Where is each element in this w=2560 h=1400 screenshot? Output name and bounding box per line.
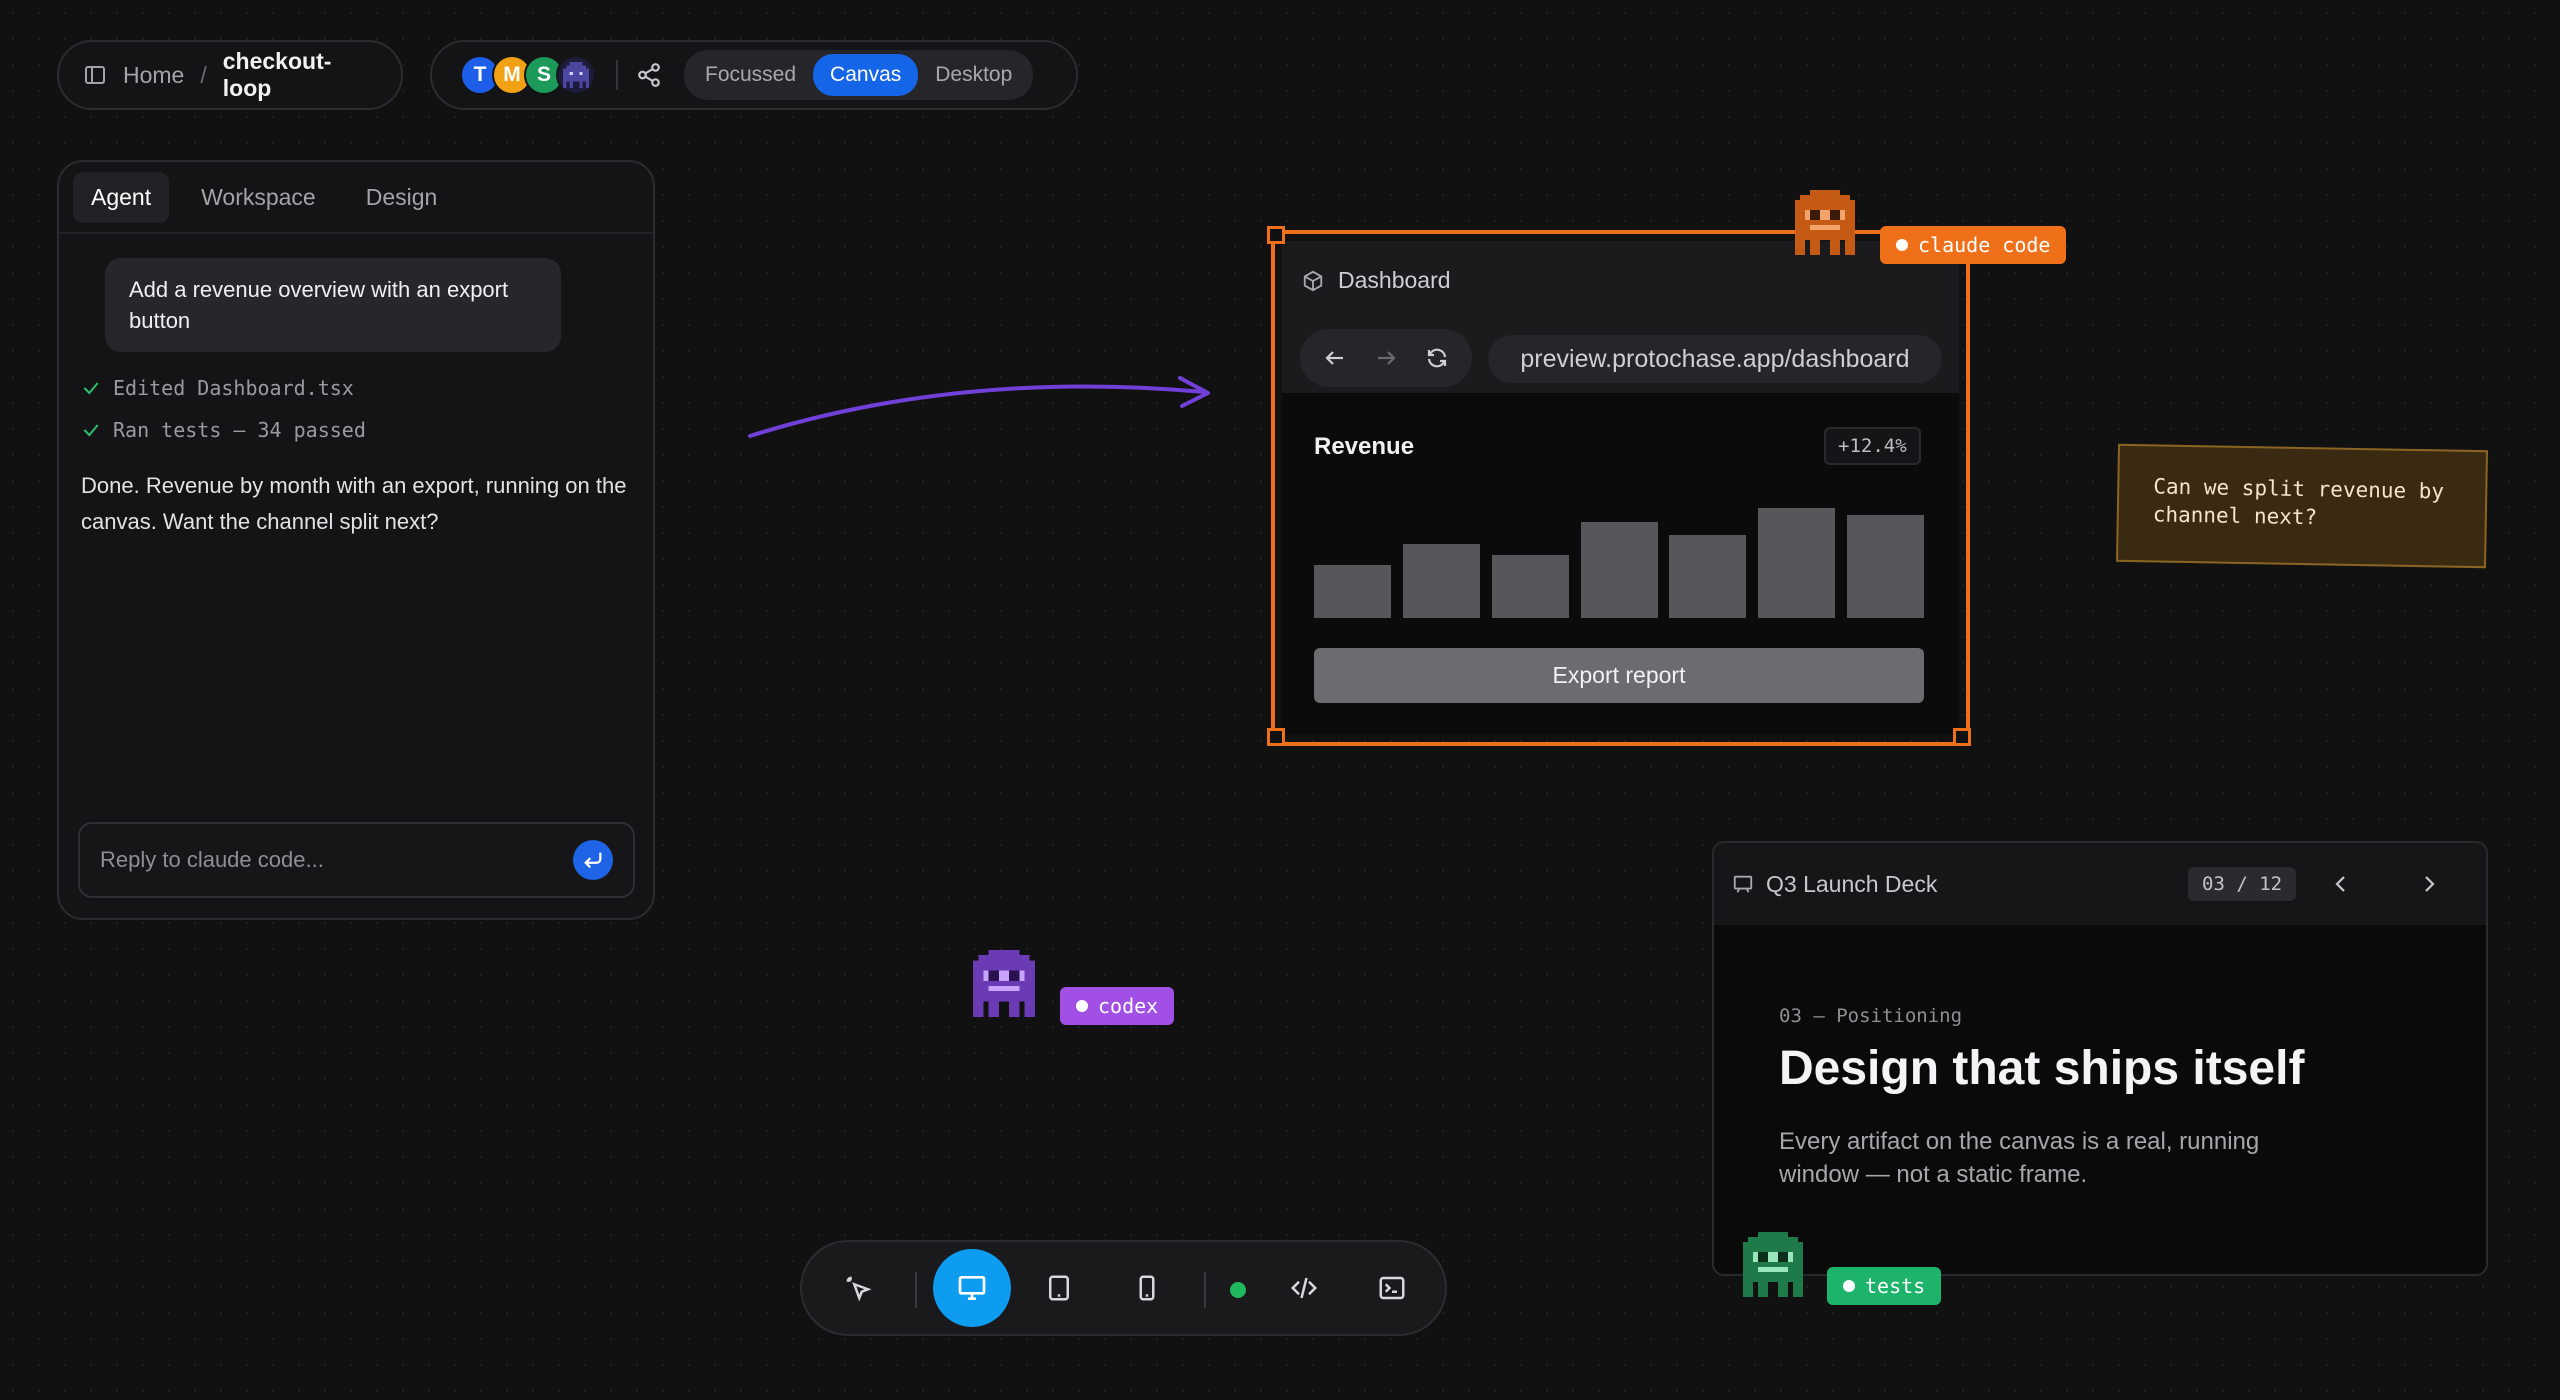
resize-handle[interactable] xyxy=(1267,728,1285,746)
slide-content: 03 — Positioning Design that ships itsel… xyxy=(1714,925,2486,1274)
view-mode-desktop[interactable]: Desktop xyxy=(918,54,1029,96)
tab-agent[interactable]: Agent xyxy=(73,171,170,223)
resize-handle[interactable] xyxy=(1953,728,1971,746)
deck-header: Q3 Launch Deck 03 / 12 xyxy=(1714,843,2486,925)
toolbar-divider xyxy=(1204,1272,1206,1308)
claude-agent-avatar xyxy=(1790,190,1860,260)
terminal-icon[interactable] xyxy=(1362,1258,1422,1318)
sticky-note[interactable]: Can we split revenue by channel next? xyxy=(2115,443,2489,569)
claude-code-label: claude code xyxy=(1918,233,2051,257)
tests-badge: tests xyxy=(1827,1267,1942,1305)
slide-pager: 03 / 12 xyxy=(2188,867,2297,901)
slide-body: Every artifact on the canvas is a real, … xyxy=(1779,1128,2260,1188)
send-button[interactable] xyxy=(573,840,613,880)
prev-slide-icon[interactable] xyxy=(2329,872,2353,896)
select-tool-icon[interactable] xyxy=(828,1258,888,1318)
agent-chat-panel: Agent Workspace Design Add a revenue ove… xyxy=(57,160,655,920)
live-status-dot xyxy=(1230,1282,1246,1298)
tests-agent-avatar xyxy=(1738,1232,1808,1302)
codex-label: codex xyxy=(1098,994,1159,1018)
status-dot xyxy=(1076,1000,1088,1012)
check-icon xyxy=(81,378,101,398)
view-mode-switch: Focussed Canvas Desktop xyxy=(684,50,1034,100)
view-bar: T M S Focussed Canvas Desktop xyxy=(430,40,1078,110)
desktop-view-icon[interactable] xyxy=(933,1249,1011,1327)
slide-kicker: 03 — Positioning xyxy=(1779,1005,1963,1027)
toolbar-divider xyxy=(915,1272,917,1308)
slide-headline: Design that ships itself xyxy=(1779,1042,2305,1095)
enter-icon xyxy=(584,852,602,869)
deck-title: Q3 Launch Deck xyxy=(1766,870,1938,897)
tests-label: tests xyxy=(1865,1274,1926,1298)
avatar-agent[interactable] xyxy=(556,55,596,95)
share-icon[interactable] xyxy=(636,62,662,88)
slide-deck-window[interactable]: Q3 Launch Deck 03 / 12 03 — Positioning … xyxy=(1712,841,2488,1276)
collaborator-avatars: T M S xyxy=(460,55,596,95)
presentation-icon xyxy=(1732,873,1754,895)
status-dot xyxy=(1896,239,1908,251)
status-dot xyxy=(1843,1280,1855,1292)
check-icon xyxy=(81,420,101,440)
tab-workspace[interactable]: Workspace xyxy=(183,172,334,223)
divider xyxy=(616,60,618,90)
reply-input-placeholder: Reply to claude code... xyxy=(100,847,324,872)
log-item: Ran tests — 34 passed xyxy=(81,418,366,442)
log-item: Edited Dashboard.tsx xyxy=(81,376,354,400)
resize-handle[interactable] xyxy=(1267,226,1285,244)
tab-design[interactable]: Design xyxy=(348,172,456,223)
agent-reply: Done. Revenue by month with an export, r… xyxy=(81,473,627,534)
log-text: Ran tests — 34 passed xyxy=(113,418,366,442)
mobile-view-icon[interactable] xyxy=(1117,1258,1177,1318)
codex-badge: codex xyxy=(1060,987,1175,1025)
breadcrumb-project[interactable]: checkout-loop xyxy=(223,48,377,102)
user-message: Add a revenue overview with an export bu… xyxy=(105,258,561,352)
view-mode-canvas[interactable]: Canvas xyxy=(813,54,919,96)
breadcrumb-home-link[interactable]: Home xyxy=(123,62,184,89)
sidebar-toggle-icon[interactable] xyxy=(83,63,107,87)
code-view-icon[interactable] xyxy=(1274,1258,1334,1318)
next-slide-icon[interactable] xyxy=(2417,872,2441,896)
breadcrumb-separator: / xyxy=(200,61,207,88)
view-mode-focussed[interactable]: Focussed xyxy=(688,54,813,96)
reply-input[interactable]: Reply to claude code... xyxy=(78,822,635,898)
selection-frame xyxy=(1271,230,1970,746)
log-text: Edited Dashboard.tsx xyxy=(113,376,354,400)
bottom-toolbar xyxy=(800,1240,1447,1336)
codex-agent-avatar xyxy=(968,950,1040,1022)
claude-code-badge: claude code xyxy=(1880,226,2067,264)
tablet-view-icon[interactable] xyxy=(1029,1258,1089,1318)
chat-tabs: Agent Workspace Design xyxy=(59,162,653,234)
connector-arrow xyxy=(748,376,1210,438)
breadcrumb: Home / checkout-loop xyxy=(57,40,403,110)
